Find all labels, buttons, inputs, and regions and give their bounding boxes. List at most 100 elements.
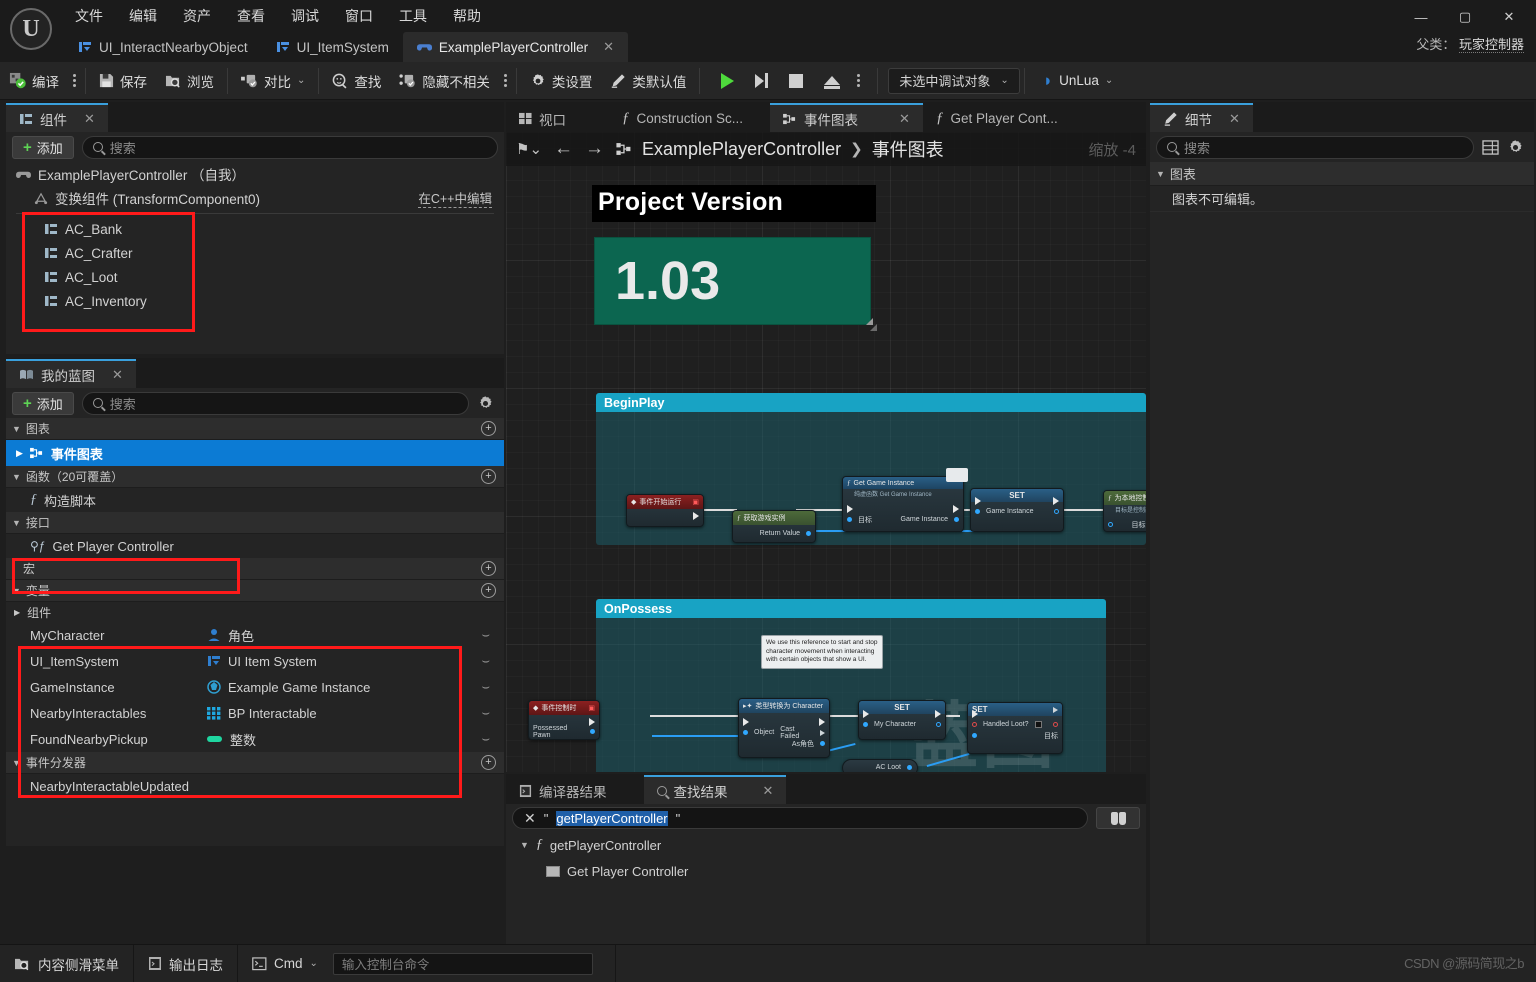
- content-drawer-button[interactable]: 内容侧滑菜单: [0, 944, 134, 982]
- menu-item-asset[interactable]: 资产: [172, 2, 222, 30]
- handled-loot-checkbox[interactable]: [1034, 721, 1042, 728]
- tree-item-get-player-controller[interactable]: ⚲ƒ Get Player Controller: [6, 534, 504, 558]
- game-instance-out-pin[interactable]: [1054, 509, 1059, 514]
- chevron-down-icon[interactable]: ⌄: [297, 75, 305, 86]
- variable-row-gameinstance[interactable]: GameInstance Example Game Instance ⌣: [6, 674, 504, 700]
- tab-event-graph[interactable]: 事件图表 ✕: [770, 103, 923, 132]
- exec-in-pin[interactable]: [847, 504, 853, 513]
- menu-item-window[interactable]: 窗口: [334, 2, 384, 30]
- stop-button[interactable]: [780, 66, 812, 96]
- return-value-pin[interactable]: [806, 531, 811, 536]
- add-blueprint-item-button[interactable]: + 添加: [12, 391, 74, 415]
- details-search-input[interactable]: 搜索: [1156, 135, 1474, 159]
- exec-out-pin[interactable]: [1053, 496, 1059, 505]
- add-dispatcher-icon[interactable]: +: [481, 755, 496, 770]
- target-in-pin[interactable]: [847, 517, 852, 522]
- class-settings-button[interactable]: 类设置: [521, 66, 602, 96]
- visibility-eye-icon[interactable]: ⌣: [481, 731, 490, 747]
- exec-out-pin[interactable]: [1053, 706, 1058, 713]
- handled-loot-pin[interactable]: [972, 722, 977, 727]
- possessed-pawn-pin[interactable]: [590, 729, 595, 734]
- play-options-kebab-icon[interactable]: [852, 68, 865, 93]
- node-set-game-instance[interactable]: SET Game Instance: [970, 488, 1064, 532]
- component-row-ac-inventory[interactable]: AC_Inventory: [6, 289, 504, 313]
- visibility-eye-icon[interactable]: ⌣: [481, 705, 490, 721]
- tab-close-icon[interactable]: ✕: [1229, 111, 1240, 127]
- diff-button[interactable]: 对比 ⌄: [232, 66, 314, 96]
- chevron-right-icon[interactable]: ▶: [16, 448, 23, 459]
- menu-item-debug[interactable]: 调试: [280, 2, 330, 30]
- component-root-row[interactable]: ExamplePlayerController （自我）: [6, 162, 504, 186]
- node-event-beginplay[interactable]: ◆ 事件开始运行 ▣: [626, 494, 704, 527]
- tab-get-player-controller[interactable]: ƒ Get Player Cont...: [923, 103, 1071, 132]
- object-in-pin[interactable]: [743, 730, 748, 735]
- tab-close-icon[interactable]: ✕: [763, 783, 774, 799]
- variables-group-header[interactable]: ▶ 组件: [6, 602, 504, 622]
- asset-tab-exampleplayercontroller[interactable]: ExamplePlayerController ✕: [402, 32, 629, 62]
- class-defaults-button[interactable]: 类默认值: [601, 66, 695, 96]
- target-pin[interactable]: [1108, 522, 1113, 527]
- tree-item-dispatcher[interactable]: NearbyInteractableUpdated: [6, 774, 504, 798]
- result-row-child[interactable]: Get Player Controller: [506, 858, 1146, 884]
- maximize-button[interactable]: ▢: [1444, 4, 1486, 30]
- resize-handle-outer[interactable]: [870, 324, 877, 331]
- handled-loot-out-pin[interactable]: [1053, 722, 1058, 727]
- node-get-ac-loot[interactable]: AC Loot: [842, 759, 918, 772]
- close-button[interactable]: ✕: [1488, 4, 1530, 30]
- find-options-button[interactable]: [1096, 807, 1140, 829]
- node-is-local-controller[interactable]: ƒ 为本地控制器 目标是控制器 目标 self: [1103, 490, 1146, 532]
- hide-unrelated-button[interactable]: 隐藏不相关: [390, 66, 499, 96]
- back-button[interactable]: ←: [554, 138, 573, 160]
- browse-button[interactable]: 浏览: [156, 66, 223, 96]
- forward-button[interactable]: →: [585, 138, 604, 160]
- details-section-graph[interactable]: ▼ 图表: [1150, 162, 1534, 186]
- menu-item-file[interactable]: 文件: [64, 2, 114, 30]
- visibility-eye-icon[interactable]: ⌣: [481, 653, 490, 669]
- component-row-ac-crafter[interactable]: AC_Crafter: [6, 241, 504, 265]
- result-row-function[interactable]: ▼ ƒ getPlayerController: [506, 832, 1146, 858]
- tab-close-icon[interactable]: ✕: [112, 367, 123, 383]
- game-instance-in-pin[interactable]: [975, 509, 980, 514]
- variable-row-mycharacter[interactable]: MyCharacter 角色 ⌣: [6, 622, 504, 648]
- add-variable-icon[interactable]: +: [481, 583, 496, 598]
- breadcrumb-root[interactable]: ExamplePlayerController: [642, 139, 841, 160]
- add-function-icon[interactable]: +: [481, 469, 496, 484]
- node-set-my-character[interactable]: SET My Character: [858, 700, 946, 740]
- asset-tab-close-icon[interactable]: ✕: [603, 39, 614, 55]
- visibility-eye-icon[interactable]: ⌣: [481, 679, 490, 695]
- blueprint-graph-canvas[interactable]: ⚑⌄ ← → ExamplePlayerController ❯ 事件图表 缩放…: [506, 132, 1146, 772]
- visibility-eye-icon[interactable]: ⌣: [481, 627, 490, 643]
- tab-close-icon[interactable]: ✕: [899, 111, 910, 127]
- minimize-button[interactable]: —: [1400, 4, 1442, 30]
- compile-button[interactable]: 编译: [0, 66, 68, 96]
- menu-item-view[interactable]: 查看: [226, 2, 276, 30]
- tab-components[interactable]: 组件 ✕: [6, 103, 108, 132]
- variable-row-foundnearbypickup[interactable]: FoundNearbyPickup 整数 ⌣: [6, 726, 504, 752]
- exec-in-pin[interactable]: [743, 717, 749, 726]
- tab-construction-script[interactable]: ƒ Construction Sc...: [609, 103, 756, 132]
- tab-compiler-results[interactable]: 编译器结果: [506, 775, 620, 804]
- edit-in-cpp-link[interactable]: 在C++中编辑: [418, 188, 492, 208]
- exec-out-pin[interactable]: [819, 717, 825, 726]
- tab-close-icon[interactable]: ✕: [84, 111, 95, 127]
- section-interfaces[interactable]: ▼ 接口: [6, 512, 504, 534]
- node-comment-note[interactable]: We use this reference to start and stop …: [761, 635, 883, 669]
- section-dispatchers[interactable]: ▼ 事件分发器 +: [6, 752, 504, 774]
- node-get-game-instance[interactable]: ƒ Get Game Instance 纯虚函数 Get Game Instan…: [842, 476, 964, 532]
- search-options-kebab-icon[interactable]: [499, 68, 512, 93]
- node-event-possessed[interactable]: ◆ 事件控制时 ▣ Possessed Pawn: [528, 700, 600, 740]
- node-get-game-instance-pure[interactable]: ƒ 获取游戏实例 Return Value: [732, 510, 816, 543]
- tab-find-results[interactable]: 查找结果 ✕: [643, 775, 787, 804]
- node-set-handled-loot[interactable]: SET Handled Loot? 目标: [967, 702, 1063, 754]
- my-character-out-pin[interactable]: [936, 722, 941, 727]
- compile-options-kebab-icon[interactable]: [68, 68, 81, 93]
- table-view-icon[interactable]: [1482, 139, 1499, 155]
- tab-my-blueprint[interactable]: 我的蓝图 ✕: [6, 359, 136, 388]
- tree-item-construction-script[interactable]: ƒ 构造脚本: [6, 488, 504, 512]
- clear-icon[interactable]: ✕: [524, 810, 536, 827]
- component-row-ac-loot[interactable]: AC_Loot: [6, 265, 504, 289]
- section-graphs[interactable]: ▼ 图表 +: [6, 418, 504, 440]
- add-graph-icon[interactable]: +: [481, 421, 496, 436]
- cmd-dropdown[interactable]: Cmd ⌄ 输入控制台命令: [238, 945, 607, 982]
- exec-out-pin[interactable]: [589, 718, 595, 726]
